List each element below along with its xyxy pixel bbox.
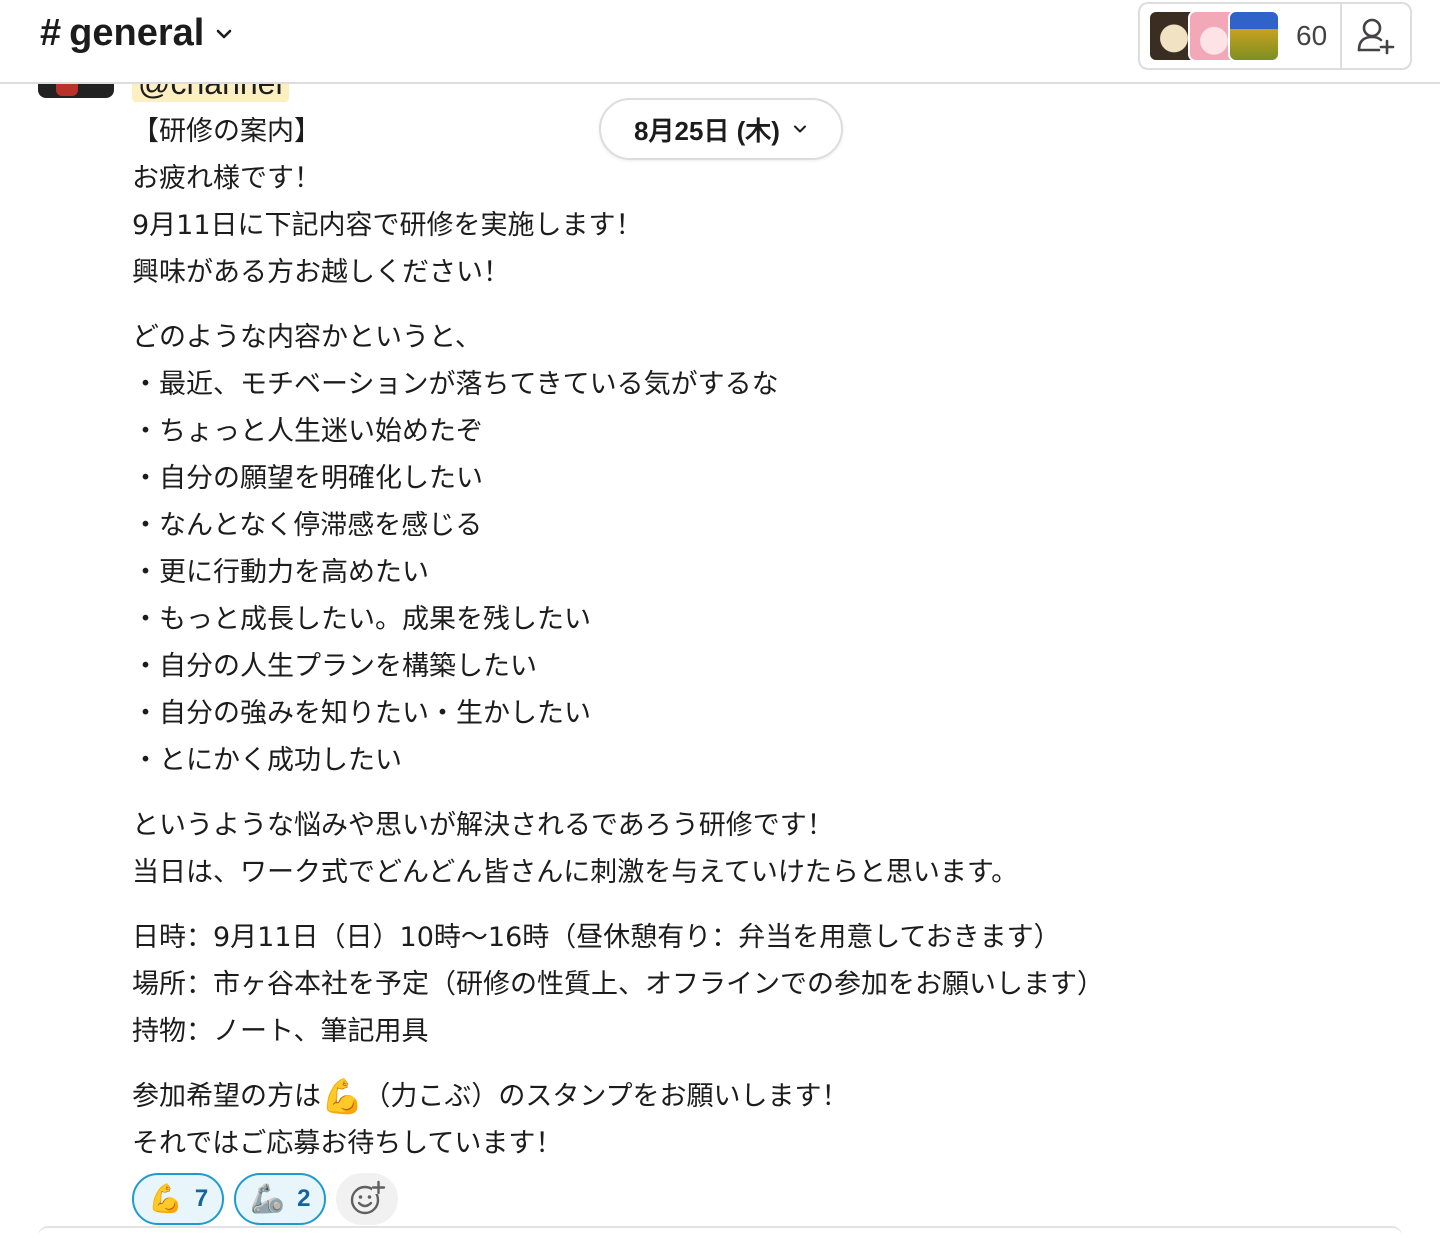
add-reaction-button[interactable] [336,1173,399,1225]
message-line: 興味がある方お越しください！ [132,257,510,288]
reactions-bar: 💪 7 🦾 2 [132,1173,399,1225]
member-count: 60 [1296,20,1328,51]
flowers-avatar [1228,10,1280,62]
bullet-item: ・とにかく成功したい [132,745,402,776]
bullet-item: ・自分の人生プランを構築したい [132,651,537,682]
add-member-button[interactable] [1342,4,1410,68]
reaction-flexed-biceps[interactable]: 💪 7 [132,1173,225,1225]
add-emoji-icon [351,1180,386,1215]
message-divider [38,1226,1402,1238]
datetime-line: 日時：9月11日（日）10時～16時（昼休憩有り：弁当を用意しておきます） [132,922,1061,953]
members-panel: 60 [1138,2,1412,70]
message-line: それではご応募お待ちしています！ [132,1128,563,1159]
date-label: 8月25日 (木) [634,115,780,146]
message-line: 当日は、ワーク式でどんどん皆さんに刺激を与えていけたらと思います。 [132,857,1019,888]
add-user-icon [1357,18,1395,55]
bullet-item: ・最近、モチベーションが落ちてきている気がするな [132,369,779,400]
join-text-rest: （力こぶ）のスタンプをお願いします！ [363,1081,849,1112]
sender-avatar[interactable] [38,84,114,98]
message-line: お疲れ様です！ [132,163,321,194]
date-divider-button[interactable]: 8月25日 (木) [599,98,843,160]
bullet-item: ・自分の願望を明確化したい [132,463,483,494]
belongings-line: 持物：ノート、筆記用具 [132,1016,429,1047]
channel-header: # general 60 [0,0,1440,84]
message-line: 9月11日に下記内容で研修を実施します！ [132,210,643,241]
message-line: というような悩みや思いが解決されるであろう研修です！ [132,810,834,841]
join-text: 参加希望の方は [132,1081,321,1112]
mechanical-arm-emoji: 🦾 [250,1182,286,1215]
bullet-item: ・なんとなく停滞感を感じる [132,510,483,541]
chevron-down-icon [217,29,232,38]
hash-icon: # [40,12,62,54]
location-line: 場所：市ヶ谷本社を予定（研修の性質上、オフラインでの参加をお願いします） [132,969,1104,1000]
flexed-biceps-emoji: 💪 [321,1077,364,1117]
bullet-item: ・更に行動力を高めたい [132,557,429,588]
flexed-biceps-emoji: 💪 [148,1182,183,1215]
channel-name: general [69,12,205,54]
bullet-item: ・もっと成長したい。成果を残したい [132,604,591,635]
message-line: どのような内容かというと、 [132,322,482,353]
reaction-mechanical-arm[interactable]: 🦾 2 [234,1173,327,1225]
reaction-count: 2 [297,1185,311,1212]
bullet-item: ・自分の強みを知りたい・生かしたい [132,698,591,729]
member-list-button[interactable]: 60 [1140,4,1342,68]
channel-name-button[interactable]: # general [40,12,234,55]
chevron-down-icon [793,125,806,133]
reaction-count: 7 [194,1185,209,1212]
message-line: 参加希望の方は💪（力こぶ）のスタンプをお願いします！ [132,1073,1332,1120]
bullet-item: ・ちょっと人生迷い始めたぞ [132,416,483,447]
message-body: 【研修の案内】 お疲れ様です！ 9月11日に下記内容で研修を実施します！ 興味が… [132,108,1332,1167]
